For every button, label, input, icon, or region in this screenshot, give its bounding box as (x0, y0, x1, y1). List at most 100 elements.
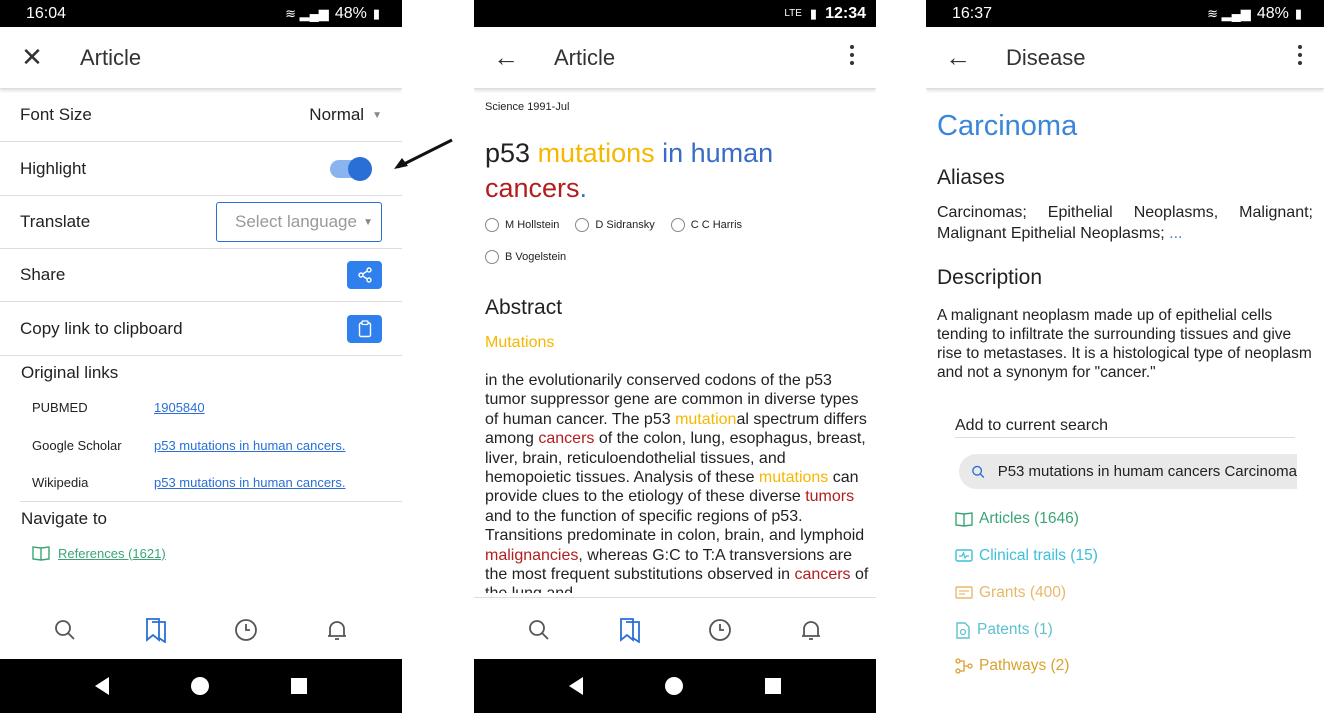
caret-down-icon: ▼ (363, 216, 373, 228)
pathway-icon (955, 658, 973, 674)
share-row: Share (0, 249, 402, 302)
page-title: Article (554, 44, 616, 70)
close-icon[interactable]: ✕ (0, 42, 64, 73)
divider (474, 597, 876, 598)
caret-down-icon: ▼ (372, 109, 382, 121)
category-clinical-trials[interactable]: Clinical trails (15) (955, 547, 1098, 565)
highlight-toggle[interactable] (330, 157, 372, 181)
share-button[interactable] (347, 261, 382, 289)
author-chip[interactable]: B Vogelstein (485, 250, 865, 264)
search-query-field[interactable]: P53 mutations in humam cancers Carcinoma (959, 454, 1297, 489)
status-bar: 16:04 ≋ ▂▄▆ 48% ▮ (0, 0, 402, 27)
pubmed-link[interactable]: 1905840 (154, 400, 205, 415)
search-tab[interactable] (51, 616, 79, 644)
home-nav-icon[interactable] (191, 677, 209, 695)
wikipedia-link[interactable]: p53 mutations in human cancers. (154, 475, 346, 490)
google-scholar-link[interactable]: p53 mutations in human cancers. (154, 438, 346, 453)
battery-percent: 48% (1256, 4, 1289, 22)
title-part-highlight: cancers (485, 173, 580, 203)
app-bar: ✕ Article (0, 27, 402, 89)
article-screen: LTE ▮ 12:34 ← Article Science 1991-Jul p… (474, 0, 876, 713)
back-nav-icon[interactable] (569, 677, 583, 695)
battery-icon: ▮ (372, 5, 380, 21)
category-articles[interactable]: Articles (1646) (955, 510, 1079, 528)
translate-row: Translate Select language ▼ (0, 196, 402, 249)
references-label: References (1621) (58, 545, 166, 561)
bottom-tab-bar (0, 600, 402, 659)
title-part-highlight: in human (654, 138, 774, 168)
abstract-highlight: malignancies (485, 546, 579, 564)
clipboard-icon (358, 320, 371, 338)
link-key: PUBMED (32, 400, 88, 415)
category-grants[interactable]: Grants (400) (955, 584, 1066, 602)
abstract-highlight: mutation (675, 410, 737, 428)
status-time: 16:04 (26, 4, 67, 22)
abstract-subheading: Mutations (485, 334, 555, 351)
search-icon (55, 619, 75, 640)
recents-nav-icon[interactable] (291, 678, 307, 694)
notifications-tab[interactable] (323, 616, 351, 644)
language-select[interactable]: Select language ▼ (216, 202, 382, 242)
author-chip[interactable]: C C Harris (670, 218, 742, 232)
back-nav-icon[interactable] (95, 677, 109, 695)
abstract-highlight: tumors (805, 488, 855, 506)
translate-label: Translate (20, 212, 91, 231)
category-pathways[interactable]: Pathways (2) (955, 657, 1069, 675)
description-text: A malignant neoplasm made up of epitheli… (937, 307, 1312, 381)
system-nav-bar (474, 659, 876, 713)
status-bar: LTE ▮ 12:34 (474, 0, 876, 27)
home-nav-icon[interactable] (665, 677, 683, 695)
search-icon (972, 465, 985, 478)
status-bar: 16:37 ≋ ▂▄▆ 48% ▮ (926, 0, 1324, 27)
page-title: Article (80, 44, 142, 70)
history-tab[interactable] (706, 616, 734, 644)
clock-icon (235, 618, 258, 641)
article-title: p53 mutations in human cancers. (485, 136, 845, 206)
category-patents[interactable]: Patents (1) (955, 621, 1053, 639)
search-tab[interactable] (525, 616, 553, 644)
bookmarks-tab[interactable] (616, 616, 644, 644)
abstract-highlight: cancers (538, 430, 595, 448)
notifications-tab[interactable] (797, 616, 825, 644)
app-bar: ← Disease (926, 27, 1324, 89)
abstract-heading: Abstract (485, 296, 563, 319)
bookmarks-tab[interactable] (142, 616, 170, 644)
recents-nav-icon[interactable] (765, 678, 781, 694)
wifi-signal-icon: ≋ ▂▄▆ (285, 5, 329, 21)
divider (955, 437, 1295, 438)
status-time: 16:37 (952, 4, 993, 22)
app-bar: ← Article (474, 27, 876, 89)
more-menu-icon[interactable] (850, 45, 854, 65)
more-menu-icon[interactable] (1298, 45, 1302, 65)
back-arrow-icon[interactable]: ← (474, 42, 538, 73)
toggle-knob (348, 157, 372, 181)
author-chip[interactable]: D Sidransky (575, 218, 655, 232)
abstract-highlight: mutations (758, 469, 829, 487)
font-size-row[interactable]: Font Size Normal ▼ (0, 89, 402, 142)
aliases-more-link[interactable]: ... (1169, 225, 1182, 242)
link-row-google-scholar: Google Scholar p53 mutations in human ca… (32, 438, 346, 453)
battery-percent: 48% (334, 4, 367, 22)
copy-link-label: Copy link to clipboard (20, 319, 183, 338)
category-label: Articles (1646) (979, 510, 1079, 527)
references-link[interactable]: References (1621) (32, 545, 166, 561)
share-label: Share (20, 265, 66, 284)
category-label: Pathways (2) (979, 657, 1070, 674)
author-chip[interactable]: M Hollstein (485, 218, 559, 232)
copy-link-button[interactable] (347, 315, 382, 343)
status-time: 12:34 (825, 4, 866, 22)
avatar-icon (670, 218, 685, 232)
book-icon (32, 546, 50, 561)
clock-icon (709, 618, 732, 641)
search-icon (529, 619, 549, 640)
history-tab[interactable] (232, 616, 260, 644)
add-to-search-heading: Add to current search (955, 417, 1108, 434)
battery-icon: ▮ (1294, 5, 1302, 21)
highlight-row: Highlight (0, 143, 402, 196)
author-name: B Vogelstein (505, 251, 567, 263)
patent-icon (956, 621, 970, 639)
journal-info: Science 1991-Jul (485, 101, 570, 113)
author-name: M Hollstein (505, 219, 560, 231)
font-size-dropdown[interactable]: Normal ▼ (309, 105, 382, 125)
back-arrow-icon[interactable]: ← (926, 42, 990, 73)
